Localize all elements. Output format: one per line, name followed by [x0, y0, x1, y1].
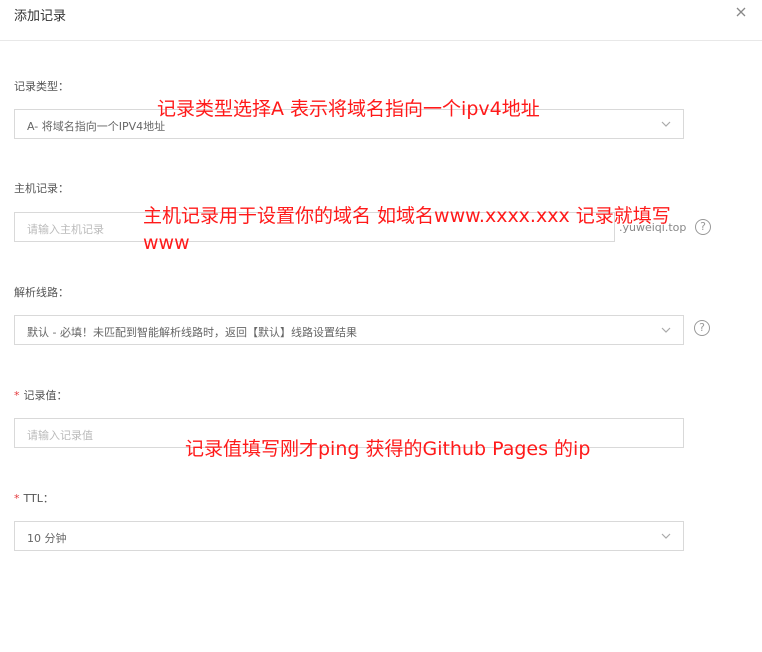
record-value-placeholder: 请输入记录值 — [27, 429, 93, 442]
host-label: 主机记录： — [14, 182, 69, 195]
question-circle-icon[interactable]: ? — [694, 320, 710, 336]
host-placeholder: 请输入主机记录 — [27, 223, 104, 236]
annotation-record-value: 记录值填写刚才ping 获得的Github Pages 的ip — [185, 438, 591, 460]
record-value-label-text: 记录值： — [23, 389, 68, 402]
dialog-title: 添加记录 — [14, 9, 67, 24]
required-mark: * — [14, 389, 20, 402]
annotation-record-type: 记录类型选择A 表示将域名指向一个ipv4地址 — [157, 98, 540, 120]
record-value-label: * 记录值： — [14, 387, 68, 403]
required-mark: * — [14, 492, 20, 505]
chevron-down-icon — [661, 327, 671, 333]
chevron-down-icon — [661, 121, 671, 127]
ttl-value: 10 分钟 — [27, 532, 67, 545]
line-value: 默认 - 必填！未匹配到智能解析线路时，返回【默认】线路设置结果 — [27, 326, 357, 339]
record-type-value: A- 将域名指向一个IPV4地址 — [27, 120, 166, 133]
close-icon[interactable] — [734, 5, 748, 19]
record-type-label: 记录类型： — [14, 80, 69, 93]
ttl-label: * TTL： — [14, 490, 54, 506]
dialog-header: 添加记录 — [0, 0, 762, 41]
ttl-label-text: TTL： — [23, 492, 54, 505]
question-circle-icon[interactable]: ? — [695, 219, 711, 235]
chevron-down-icon — [661, 533, 671, 539]
line-label: 解析线路： — [14, 286, 69, 299]
line-select[interactable]: 默认 - 必填！未匹配到智能解析线路时，返回【默认】线路设置结果 — [14, 315, 684, 345]
ttl-select[interactable]: 10 分钟 — [14, 521, 684, 551]
annotation-host-line1: 主机记录用于设置你的域名 如域名www.xxxx.xxx 记录就填写 — [143, 205, 671, 227]
annotation-host-line2: www — [143, 232, 190, 254]
